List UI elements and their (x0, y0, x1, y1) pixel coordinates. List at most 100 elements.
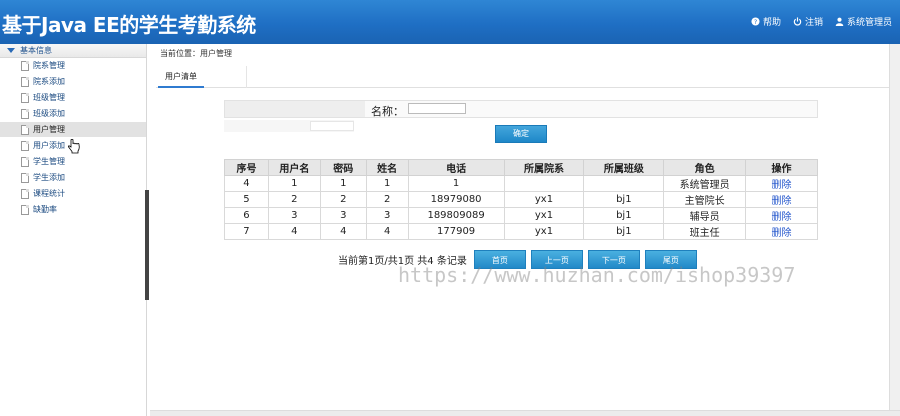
sidebar-item-label: 用户管理 (33, 125, 65, 134)
delete-link[interactable]: 删除 (745, 191, 818, 208)
search-row-left-cell (225, 101, 365, 117)
table-cell: 2 (267, 191, 321, 208)
header-links: ? 帮助 注销 系统管理员 (751, 15, 892, 28)
table-row: 4 1 1 1 1 系统管理员 删除 (224, 175, 818, 192)
sidebar-item-dept-add[interactable]: 院系添加 (0, 74, 146, 90)
table-cell: 1 (407, 175, 505, 192)
table-cell: 4 (224, 175, 269, 192)
top-header: 基于Java EE的学生考勤系统 ? 帮助 注销 系统管理员 (0, 0, 900, 44)
sidebar-item-label: 缺勤率 (33, 205, 57, 214)
table-cell: 班主任 (663, 223, 747, 240)
user-label: 系统管理员 (846, 18, 892, 28)
sidebar-item-user-manage[interactable]: 用户管理 (0, 122, 146, 138)
document-icon (21, 76, 29, 87)
document-icon (21, 60, 29, 71)
sidebar-group-label: 基本信息 (20, 46, 52, 55)
sidebar-item-student-manage[interactable]: 学生管理 (0, 154, 146, 170)
sidebar-scrollbar[interactable] (145, 190, 149, 300)
svg-text:?: ? (754, 19, 757, 26)
table-cell: 辅导员 (663, 207, 747, 224)
sidebar: 基本信息 院系管理 院系添加 班级管理 班级添加 用户管理 用户添加 学生管理 … (0, 44, 147, 416)
sidebar-item-label: 班级添加 (33, 109, 65, 118)
column-header: 姓名 (365, 159, 409, 176)
delete-link[interactable]: 删除 (745, 223, 818, 240)
sidebar-group-basic-info[interactable]: 基本信息 (0, 44, 146, 58)
table-cell (583, 175, 665, 192)
table-cell (503, 175, 585, 192)
power-icon (793, 17, 802, 26)
table-cell: 2 (319, 191, 367, 208)
table-cell: 7 (224, 223, 269, 240)
column-header: 操作 (745, 159, 818, 176)
sidebar-item-label: 学生管理 (33, 157, 65, 166)
table-cell: bj1 (583, 223, 665, 240)
sidebar-item-student-add[interactable]: 学生添加 (0, 170, 146, 186)
tab-divider (246, 66, 247, 88)
document-icon (21, 92, 29, 103)
column-header: 所属班级 (583, 159, 665, 176)
help-link[interactable]: ? 帮助 (751, 15, 781, 28)
table-cell: 4 (267, 223, 321, 240)
document-icon (21, 108, 29, 119)
sidebar-item-absence-rate[interactable]: 缺勤率 (0, 202, 146, 218)
table-cell: 1 (319, 175, 367, 192)
column-header: 序号 (224, 159, 269, 176)
delete-link[interactable]: 删除 (745, 175, 818, 192)
document-icon (21, 140, 29, 151)
name-search-input[interactable] (408, 103, 466, 114)
table-body: 4 1 1 1 1 系统管理员 删除 5 2 2 2 18979080 yx1 bj1 主管院长 删除 6 3 3 3… (224, 175, 818, 240)
sidebar-item-label: 用户添加 (33, 141, 65, 150)
user-table: 序号 用户名 密码 姓名 电话 所属院系 所属班级 角色 操作 4 1 1 1 1 系统管理员 删除 5 2 2 2… (224, 159, 818, 240)
table-cell: 主管院长 (663, 191, 747, 208)
column-header: 电话 (407, 159, 505, 176)
logout-label: 注销 (804, 18, 823, 28)
watermark-text: https://www.huzhan.com/ishop39397 (398, 263, 796, 287)
confirm-button[interactable]: 确定 (495, 125, 547, 143)
table-cell: 4 (365, 223, 409, 240)
column-header: 所属院系 (503, 159, 585, 176)
document-icon (21, 124, 29, 135)
table-cell: yx1 (503, 223, 585, 240)
document-icon (21, 156, 29, 167)
sidebar-item-class-add[interactable]: 班级添加 (0, 106, 146, 122)
help-label: 帮助 (762, 18, 781, 28)
sidebar-item-class-manage[interactable]: 班级管理 (0, 90, 146, 106)
table-cell: 18979080 (407, 191, 505, 208)
table-cell: 177909 (407, 223, 505, 240)
app-title: 基于Java EE的学生考勤系统 (2, 13, 256, 37)
column-header: 角色 (663, 159, 747, 176)
page-vertical-scrollbar[interactable] (889, 44, 900, 410)
search-extra-field[interactable] (310, 121, 354, 131)
sidebar-item-label: 院系管理 (33, 61, 65, 70)
table-header-row: 序号 用户名 密码 姓名 电话 所属院系 所属班级 角色 操作 (224, 159, 818, 176)
sidebar-item-dept-manage[interactable]: 院系管理 (0, 58, 146, 74)
document-icon (21, 172, 29, 183)
tab-user-list[interactable]: 用户清单 (158, 69, 204, 88)
document-icon (21, 204, 29, 215)
table-cell: bj1 (583, 191, 665, 208)
user-link[interactable]: 系统管理员 (835, 15, 892, 28)
table-cell: 1 (267, 175, 321, 192)
delete-link[interactable]: 删除 (745, 207, 818, 224)
table-cell: 189809089 (407, 207, 505, 224)
table-cell: 3 (319, 207, 367, 224)
main-content: 当前位置：用户管理 用户清单 名称： 确定 序号 用户名 密码 姓名 电话 所属院系 所属班… (150, 44, 890, 410)
triangle-down-icon (7, 48, 15, 53)
table-cell: 6 (224, 207, 269, 224)
sidebar-item-label: 院系添加 (33, 77, 65, 86)
document-icon (21, 188, 29, 199)
page-horizontal-scrollbar[interactable] (150, 410, 900, 416)
sidebar-item-label: 课程统计 (33, 189, 65, 198)
table-cell: 3 (267, 207, 321, 224)
table-cell: yx1 (503, 191, 585, 208)
tab-bar: 用户清单 (156, 66, 890, 88)
table-cell: 5 (224, 191, 269, 208)
logout-link[interactable]: 注销 (793, 15, 823, 28)
sidebar-item-course-stats[interactable]: 课程统计 (0, 186, 146, 202)
column-header: 用户名 (267, 159, 321, 176)
table-row: 6 3 3 3 189809089 yx1 bj1 辅导员 删除 (224, 207, 818, 224)
table-row: 5 2 2 2 18979080 yx1 bj1 主管院长 删除 (224, 191, 818, 208)
table-cell: bj1 (583, 207, 665, 224)
search-row: 名称： (224, 100, 818, 118)
user-icon (835, 17, 844, 26)
